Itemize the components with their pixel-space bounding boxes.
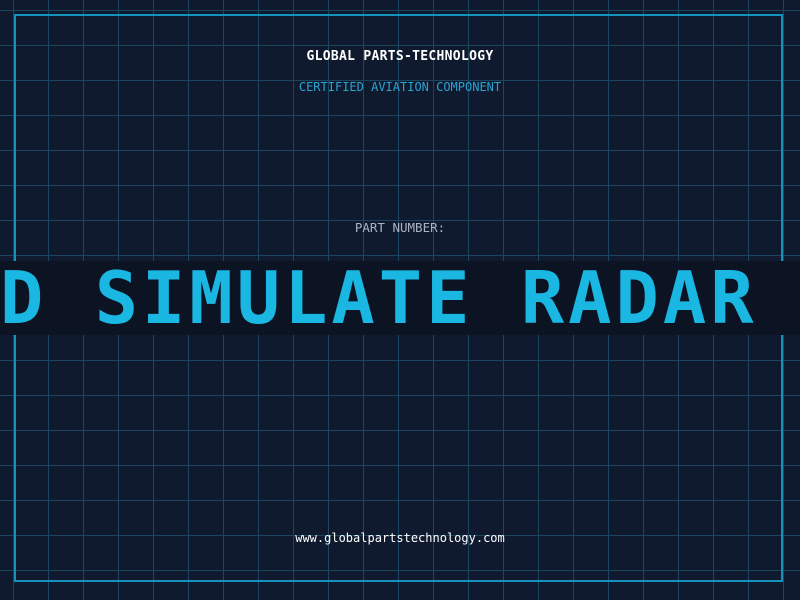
part-number-band: D SIMULATE RADAR SY <box>0 261 800 335</box>
certification-subtitle: CERTIFIED AVIATION COMPONENT <box>298 80 502 94</box>
part-number-label: PART NUMBER: <box>354 220 446 235</box>
label-page: GLOBAL PARTS-TECHNOLOGY CERTIFIED AVIATI… <box>0 0 800 600</box>
website-url: www.globalpartstechnology.com <box>295 531 505 545</box>
company-name: GLOBAL PARTS-TECHNOLOGY <box>306 49 494 64</box>
part-number-value: D SIMULATE RADAR SY <box>0 261 800 335</box>
